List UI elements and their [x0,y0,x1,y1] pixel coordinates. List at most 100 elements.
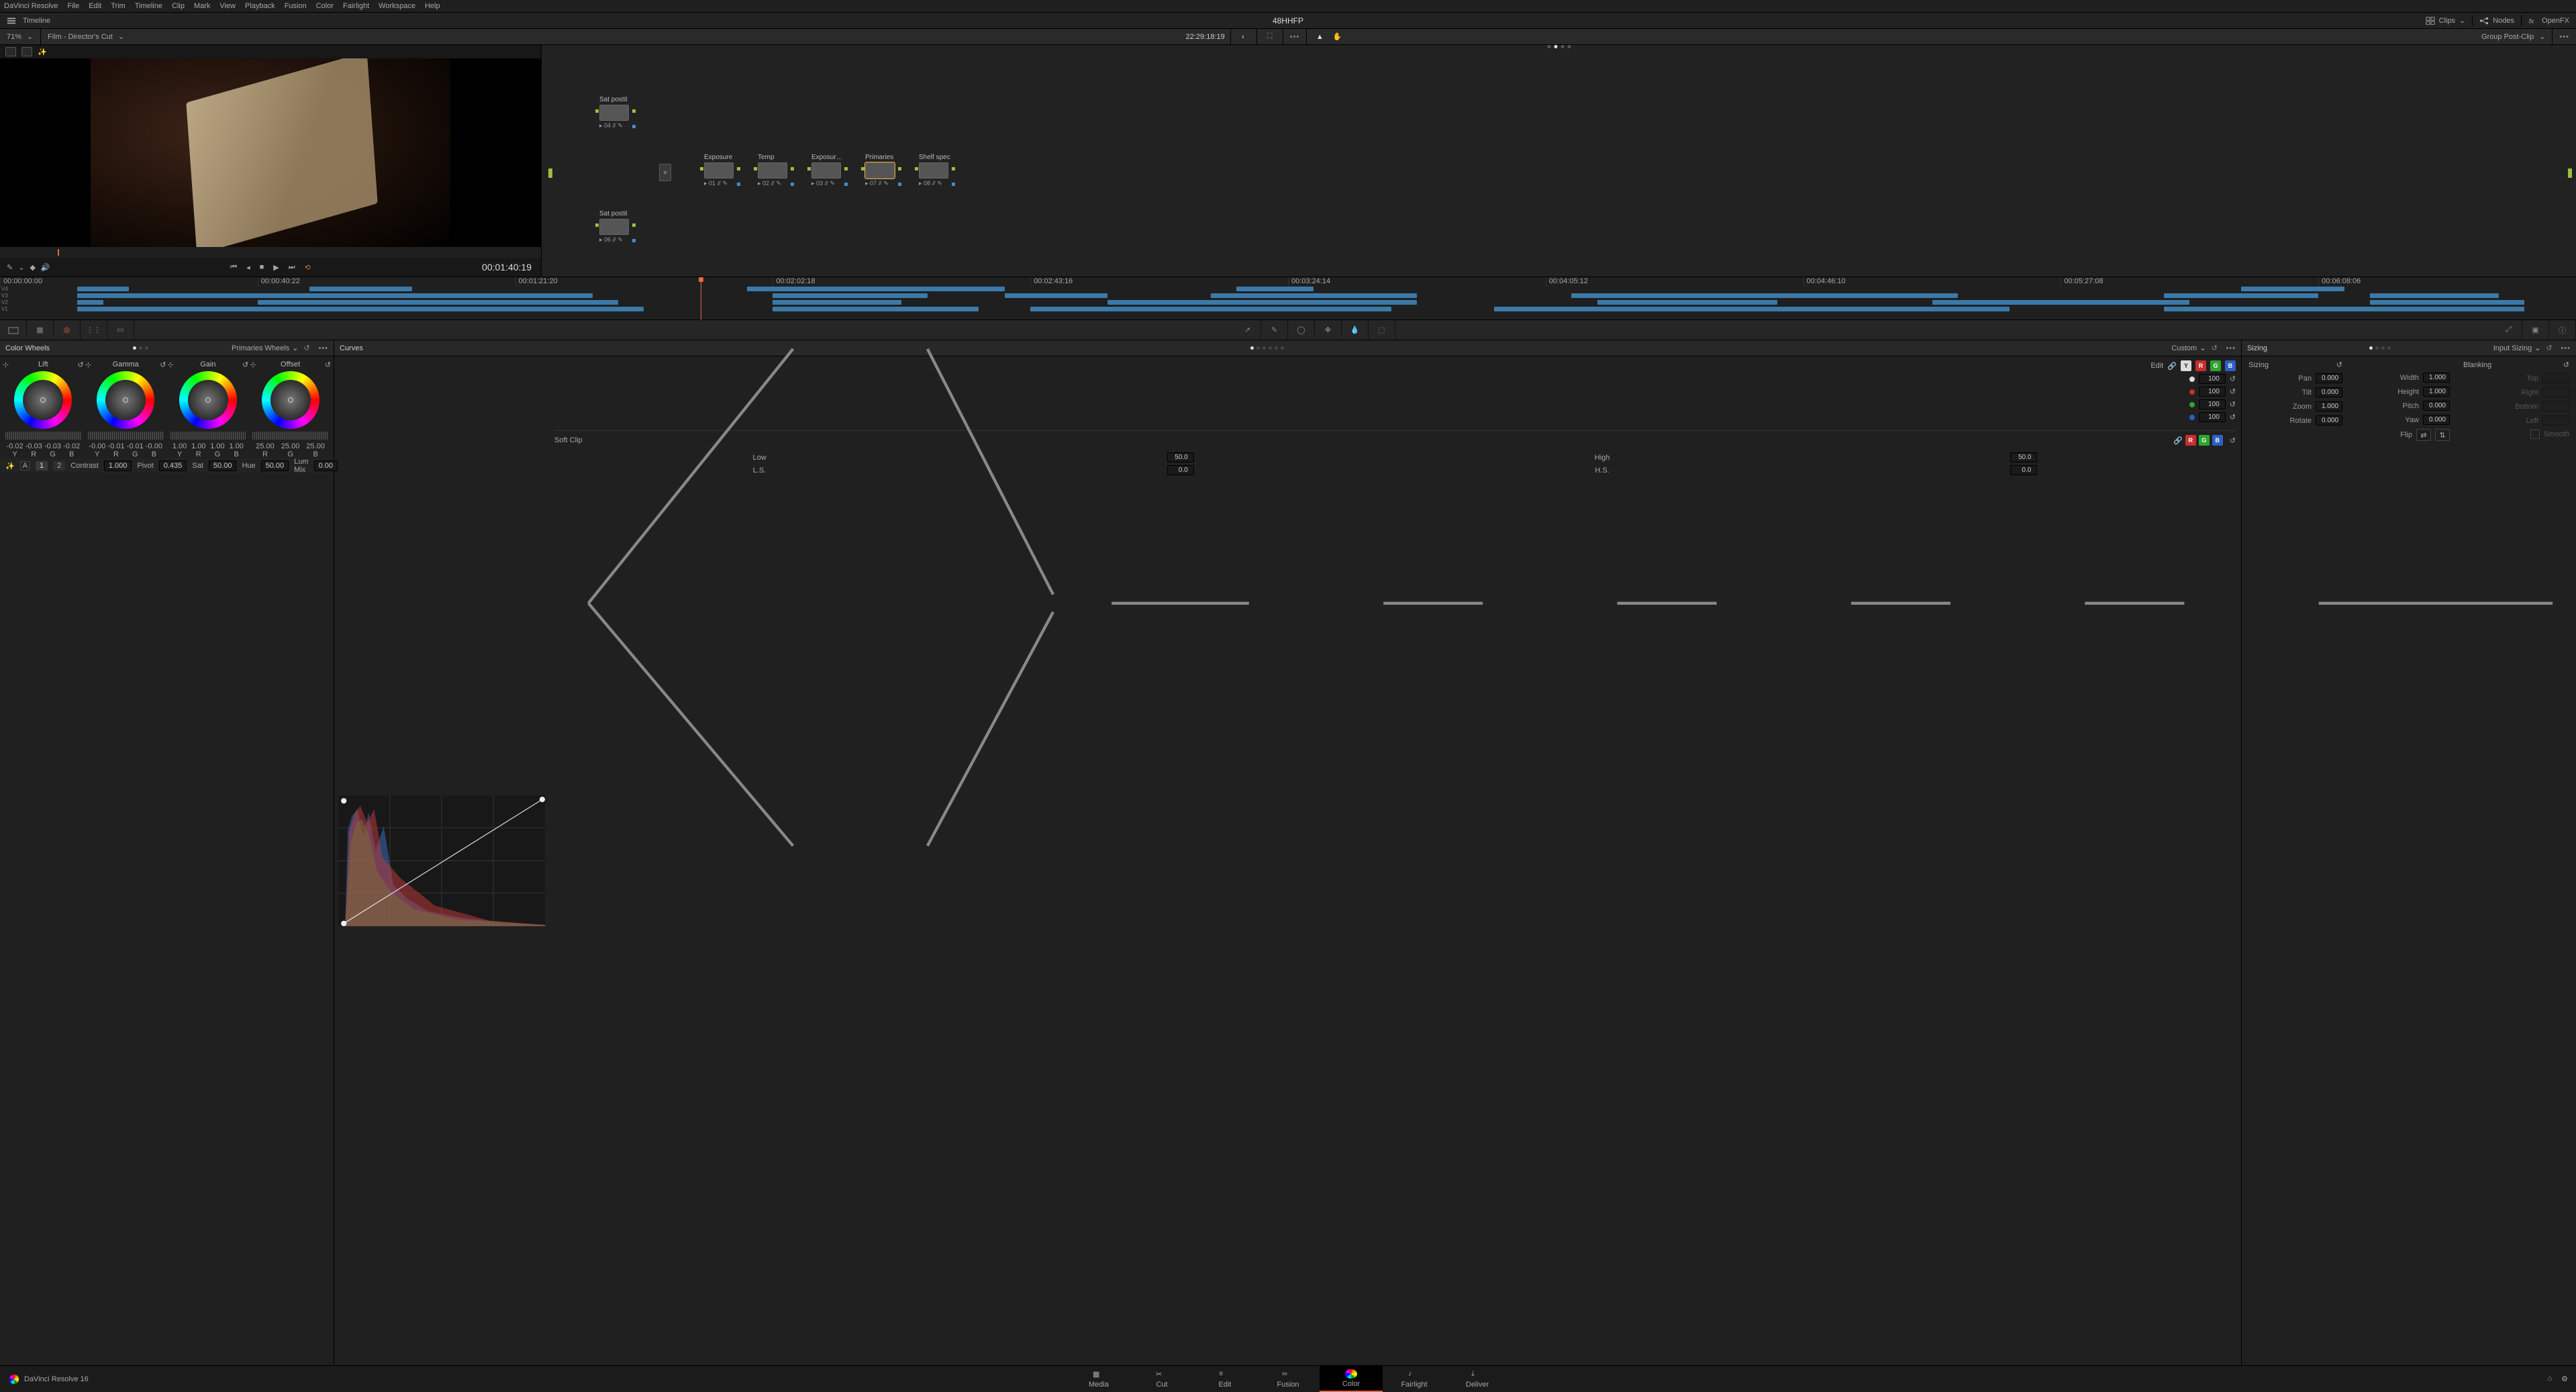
clip[interactable] [1211,293,1417,298]
node[interactable]: Sat postit▸ 06 ⫻ ✎ [599,210,632,244]
clip[interactable] [1597,300,1778,305]
clip[interactable] [1236,287,1314,291]
auto-balance-icon[interactable]: ✨ [5,462,15,470]
loop-icon[interactable]: ⟲ [305,263,311,272]
ruler-tick[interactable]: 00:03:24:14 [1288,277,1546,287]
node-thumb[interactable] [865,162,895,179]
node-editor[interactable]: ≡ Sat postit▸ 04 ⫻ ✎Sat postit▸ 06 ⫻ ✎Ex… [542,45,2576,277]
hand-tool-icon[interactable]: ✋ [1331,31,1343,43]
color-wheel[interactable] [262,371,319,429]
color-match-icon[interactable]: ▦ [27,320,54,340]
chevron-down-icon[interactable]: ⌄ [18,263,24,272]
arrow-tool-icon[interactable]: ▲ [1314,31,1326,43]
node[interactable]: Primaries▸ 07 ⫻ ✎ [865,154,897,187]
dots-more-icon[interactable]: ••• [318,344,328,352]
awb-icon[interactable]: A [20,461,30,470]
timeline-label[interactable]: Timeline [23,17,50,25]
wheel-values[interactable]: -0.00-0.01-0.01-0.00 [87,441,165,450]
clip[interactable] [1030,307,1391,311]
output-bar[interactable] [2568,168,2572,178]
timeline-track[interactable]: V4 [0,287,2576,292]
menu-item[interactable]: Trim [111,2,126,10]
ruler-tick[interactable]: 00:01:21:20 [515,277,773,287]
ruler-tick[interactable]: 00:04:46:10 [1803,277,2061,287]
clip[interactable] [1932,300,2190,305]
node[interactable]: Exposur…▸ 03 ⫻ ✎ [811,154,844,187]
bypass-icon[interactable]: ◐ [1238,31,1250,43]
wand-icon[interactable]: ✨ [38,48,47,56]
menu-item[interactable]: Fusion [285,2,307,10]
wheel-values[interactable]: -0.02-0.03-0.03-0.02 [4,441,83,450]
color-wheel[interactable] [14,371,72,429]
clip[interactable] [77,293,593,298]
dots-more-icon[interactable]: ••• [1290,33,1300,41]
picker-icon[interactable]: ⊹ [85,360,91,369]
menubar[interactable]: DaVinci ResolveFileEditTrimTimelineClipM… [0,0,2576,12]
ruler-tick[interactable]: 00:05:27:08 [2061,277,2318,287]
node-thumb[interactable] [919,162,948,179]
ruler-tick[interactable]: 00:06:08:06 [2318,277,2576,287]
color-wheel[interactable] [179,371,237,429]
clip[interactable] [773,307,979,311]
parallel-mixer-node[interactable]: ≡ [659,164,671,181]
node-thumb[interactable] [811,162,841,179]
clip[interactable] [2241,287,2344,291]
master-slider[interactable] [5,432,81,440]
viewer[interactable] [0,58,541,247]
node-thumb[interactable] [599,219,629,235]
picker-icon[interactable]: ⊹ [250,360,256,369]
motion-icon[interactable]: ▭ [107,320,134,340]
menu-item[interactable]: Edit [89,2,101,10]
reset-icon[interactable]: ↺ [325,360,331,369]
menu-item[interactable]: Playback [245,2,275,10]
go-start-icon[interactable]: ⏮ [230,263,237,272]
menu-item[interactable]: File [68,2,80,10]
wheel-values[interactable]: 1.001.001.001.00 [169,441,248,450]
clip[interactable] [1005,293,1108,298]
node[interactable]: Temp▸ 02 ⫻ ✎ [758,154,790,187]
page-tab[interactable]: ✂Cut [1130,1366,1193,1392]
clip[interactable] [747,287,1005,291]
page-tab[interactable]: ∞Fusion [1256,1366,1320,1392]
clip[interactable] [773,300,901,305]
picker-icon[interactable]: ⊹ [168,360,174,369]
page-tab[interactable]: Color [1320,1366,1383,1392]
clip[interactable] [1494,307,2010,311]
node-group-selector[interactable]: Group Post-Clip ⌄ [2475,32,2552,41]
openfx-toggle[interactable]: fx OpenFX [2528,16,2569,26]
clip[interactable] [77,307,644,311]
camera-raw-icon[interactable] [0,320,27,340]
menu-item[interactable]: Color [316,2,334,10]
menu-item[interactable]: View [219,2,236,10]
ruler-tick[interactable]: 00:00:00:00 [0,277,258,287]
timeline-track[interactable]: V2 [0,300,2576,305]
reset-icon[interactable]: ↺ [78,360,84,369]
menu-item[interactable]: DaVinci Resolve [4,2,58,10]
picker-icon[interactable]: ⊹ [3,360,9,369]
master-timecode[interactable]: 22:29:18:19 [1179,33,1230,41]
sat-field[interactable]: 50.00 [209,460,237,471]
reset-icon[interactable]: ↺ [303,344,313,353]
page-2-tab[interactable]: 2 [53,461,65,470]
node[interactable]: Shelf spec▸ 08 ⫻ ✎ [919,154,951,187]
clip[interactable] [773,293,927,298]
clip[interactable] [77,287,129,291]
view-mode-2-icon[interactable] [21,47,32,56]
node-thumb[interactable] [704,162,734,179]
timeline-name[interactable]: Film - Director's Cut [48,33,113,41]
page-tab[interactable]: ⤓Deliver [1446,1366,1509,1392]
clip[interactable] [309,287,413,291]
viewer-scrubber[interactable] [0,247,541,258]
curve-graph[interactable] [338,360,545,1361]
page-1-tab[interactable]: 1 [36,461,48,470]
ruler-tick[interactable]: 00:00:40:22 [258,277,515,287]
view-mode-1-icon[interactable] [5,47,16,56]
timeline-track[interactable]: V1 [0,307,2576,312]
node[interactable]: Exposure▸ 01 ⫻ ✎ [704,154,736,187]
nodes-toggle[interactable]: Nodes [2479,16,2514,26]
menu-item[interactable]: Clip [172,2,185,10]
expand-icon[interactable]: ⛶ [1264,31,1276,43]
clip[interactable] [2164,307,2524,311]
source-bar[interactable] [548,168,552,178]
hue-field[interactable]: 50.00 [261,460,289,471]
